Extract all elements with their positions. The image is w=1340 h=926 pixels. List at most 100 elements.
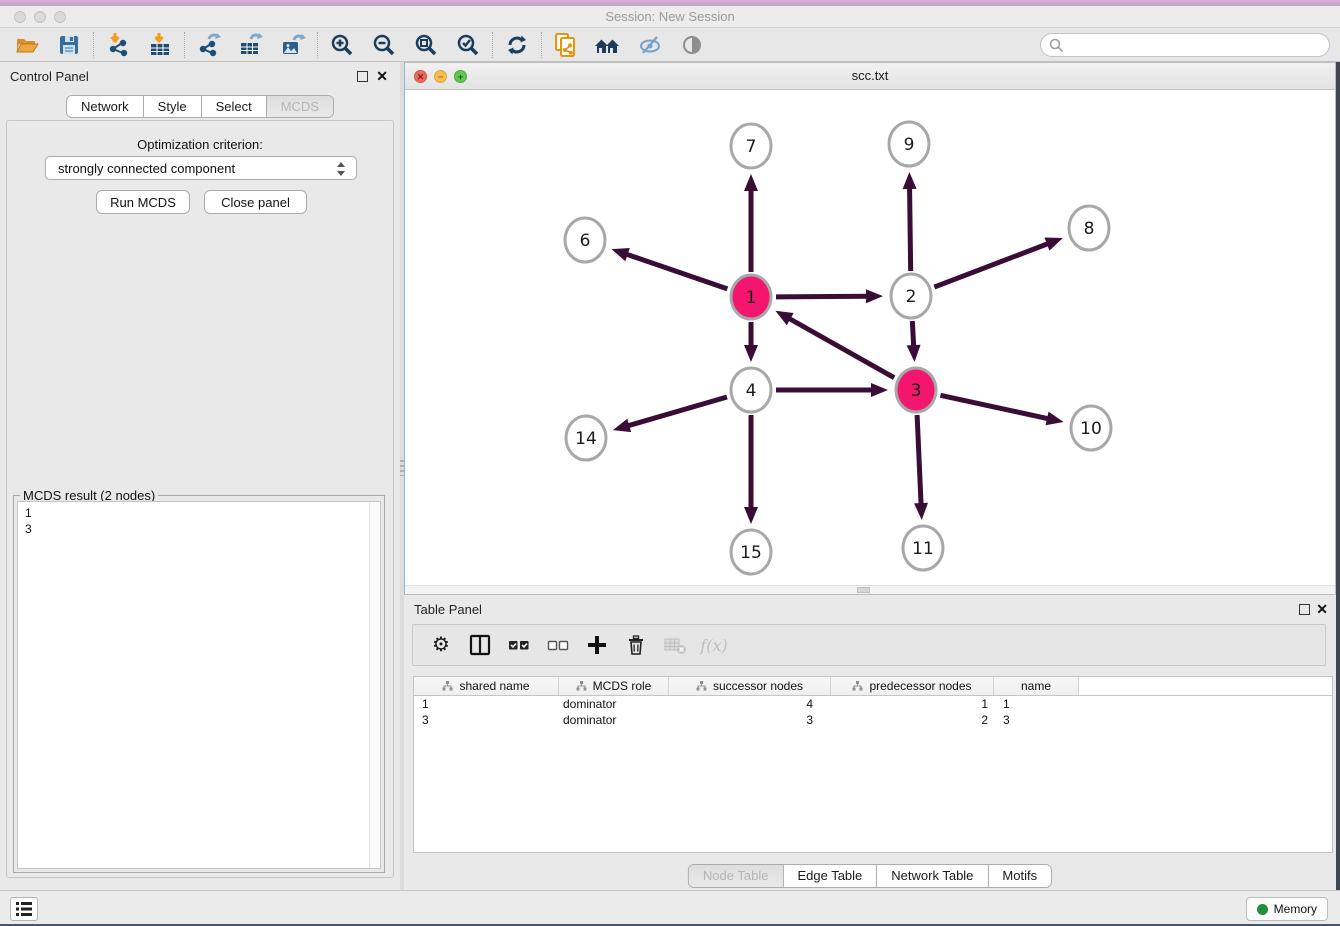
mcds-result-textarea[interactable]: 1 3 xyxy=(17,501,381,869)
table-cell[interactable]: dominator xyxy=(559,712,669,728)
delete-column-icon[interactable] xyxy=(624,633,648,657)
graph-edge-arrowhead xyxy=(613,419,631,432)
table-cell[interactable]: 2 xyxy=(831,712,994,728)
save-session-icon[interactable] xyxy=(48,30,90,60)
table-cell[interactable]: 1 xyxy=(994,696,1079,712)
graph-node-10[interactable]: 10 xyxy=(1071,406,1111,450)
graph-node-4[interactable]: 4 xyxy=(731,368,771,412)
graph-node-label: 4 xyxy=(746,381,757,401)
show-columns-icon[interactable] xyxy=(468,633,492,657)
select-all-checkboxes-icon[interactable] xyxy=(507,633,531,657)
tab-network[interactable]: Network xyxy=(67,96,143,117)
zoom-in-icon[interactable] xyxy=(321,30,363,60)
optimization-criterion-dropdown[interactable]: strongly connected component xyxy=(45,156,357,180)
graph-edge-2-9[interactable] xyxy=(910,185,911,271)
tab-node-table[interactable]: Node Table xyxy=(689,865,783,887)
graph-node-2[interactable]: 2 xyxy=(891,274,931,318)
table-cell[interactable]: 3 xyxy=(414,712,559,728)
graph-edge-1-6[interactable] xyxy=(624,253,728,289)
network-canvas[interactable]: 1 2 3 4 6 7 8 9 10 11 14 15 xyxy=(405,90,1335,585)
network-graph[interactable]: 1 2 3 4 6 7 8 9 10 11 14 15 xyxy=(405,90,1335,585)
graph-edge-1-2[interactable] xyxy=(776,296,870,297)
graph-node-14[interactable]: 14 xyxy=(566,416,606,460)
deselect-all-checkboxes-icon[interactable] xyxy=(546,633,570,657)
graph-edge-2-8[interactable] xyxy=(934,243,1050,287)
list-icon xyxy=(14,900,34,918)
graph-node-15[interactable]: 15 xyxy=(731,530,771,574)
tab-select[interactable]: Select xyxy=(201,96,266,117)
graph-edge-arrowhead xyxy=(744,345,758,362)
tab-edge-table[interactable]: Edge Table xyxy=(782,865,876,887)
export-image-icon[interactable] xyxy=(272,30,314,60)
column-header-MCDS-role[interactable]: MCDS role xyxy=(559,677,669,695)
table-panel-header: Table Panel ✕ xyxy=(404,595,1336,623)
table-cell[interactable]: 1 xyxy=(831,696,994,712)
task-history-button[interactable] xyxy=(10,897,38,921)
graph-node-8[interactable]: 8 xyxy=(1069,206,1109,250)
graph-node-9[interactable]: 9 xyxy=(889,122,929,166)
settings-gear-icon[interactable]: ⚙ xyxy=(429,633,453,657)
search-input[interactable] xyxy=(1065,35,1329,55)
column-header-name[interactable]: name xyxy=(994,677,1079,695)
graph-edge-3-1[interactable] xyxy=(787,317,895,378)
open-file-icon[interactable] xyxy=(6,30,48,60)
column-header-predecessor-nodes[interactable]: predecessor nodes xyxy=(831,677,994,695)
table-row[interactable]: 3dominator323 xyxy=(414,712,1332,728)
graph-node-6[interactable]: 6 xyxy=(565,218,605,262)
result-line: 1 xyxy=(18,502,380,521)
table-cell[interactable]: 4 xyxy=(669,696,831,712)
close-panel-button[interactable]: Close panel xyxy=(204,190,307,214)
import-table-icon[interactable] xyxy=(139,30,181,60)
graph-edge-2-3[interactable] xyxy=(912,321,913,349)
graph-edge-3-10[interactable] xyxy=(940,395,1051,419)
tab-mcds[interactable]: MCDS xyxy=(266,96,333,117)
tab-network-table[interactable]: Network Table xyxy=(876,865,987,887)
close-panel-icon[interactable]: ✕ xyxy=(376,68,388,84)
table-cell[interactable]: dominator xyxy=(559,696,669,712)
graph-node-label: 7 xyxy=(746,137,757,157)
float-panel-icon[interactable] xyxy=(1299,604,1310,615)
hide-selected-icon[interactable] xyxy=(629,30,671,60)
graph-edge-arrowhead xyxy=(1046,412,1064,426)
table-cell[interactable]: 3 xyxy=(994,712,1079,728)
graph-edge-3-11[interactable] xyxy=(917,415,921,507)
dropdown-stepper-icon xyxy=(335,160,347,178)
zoom-out-icon[interactable] xyxy=(363,30,405,60)
graph-edge-arrowhead xyxy=(611,248,629,261)
import-network-icon[interactable] xyxy=(97,30,139,60)
table-cell[interactable]: 1 xyxy=(414,696,559,712)
toolbar-separator xyxy=(541,32,542,58)
float-panel-icon[interactable] xyxy=(357,71,368,82)
export-table-icon[interactable] xyxy=(230,30,272,60)
add-column-icon[interactable] xyxy=(585,633,609,657)
graph-node-label: 1 xyxy=(746,288,757,308)
refresh-icon[interactable] xyxy=(496,30,538,60)
zoom-selected-icon[interactable] xyxy=(447,30,489,60)
column-header-successor-nodes[interactable]: successor nodes xyxy=(669,677,831,695)
export-network-icon[interactable] xyxy=(188,30,230,60)
toolbar-separator xyxy=(93,32,94,58)
graph-node-3[interactable]: 3 xyxy=(896,368,936,412)
first-neighbors-icon[interactable] xyxy=(587,30,629,60)
network-from-selection-icon[interactable] xyxy=(545,30,587,60)
tab-style[interactable]: Style xyxy=(143,96,201,117)
toolbar-separator xyxy=(492,32,493,58)
tab-motifs[interactable]: Motifs xyxy=(987,865,1051,887)
memory-button[interactable]: Memory xyxy=(1246,897,1328,921)
show-all-icon[interactable] xyxy=(671,30,713,60)
result-scrollbar[interactable] xyxy=(369,502,380,868)
graph-edge-4-14[interactable] xyxy=(625,397,727,427)
table-row[interactable]: 1dominator411 xyxy=(414,696,1332,712)
run-mcds-button[interactable]: Run MCDS xyxy=(96,190,190,214)
horizontal-splitter-grip[interactable] xyxy=(857,587,870,593)
column-header-shared-name[interactable]: shared name xyxy=(414,677,559,695)
table-cell[interactable]: 3 xyxy=(669,712,831,728)
graph-node-label: 6 xyxy=(580,231,591,251)
close-panel-icon[interactable]: ✕ xyxy=(1316,601,1328,617)
search-box[interactable] xyxy=(1040,33,1330,57)
graph-node-1[interactable]: 1 xyxy=(731,275,771,319)
graph-node-label: 11 xyxy=(912,539,934,559)
zoom-fit-icon[interactable] xyxy=(405,30,447,60)
graph-node-7[interactable]: 7 xyxy=(731,124,771,168)
graph-node-11[interactable]: 11 xyxy=(903,526,943,570)
